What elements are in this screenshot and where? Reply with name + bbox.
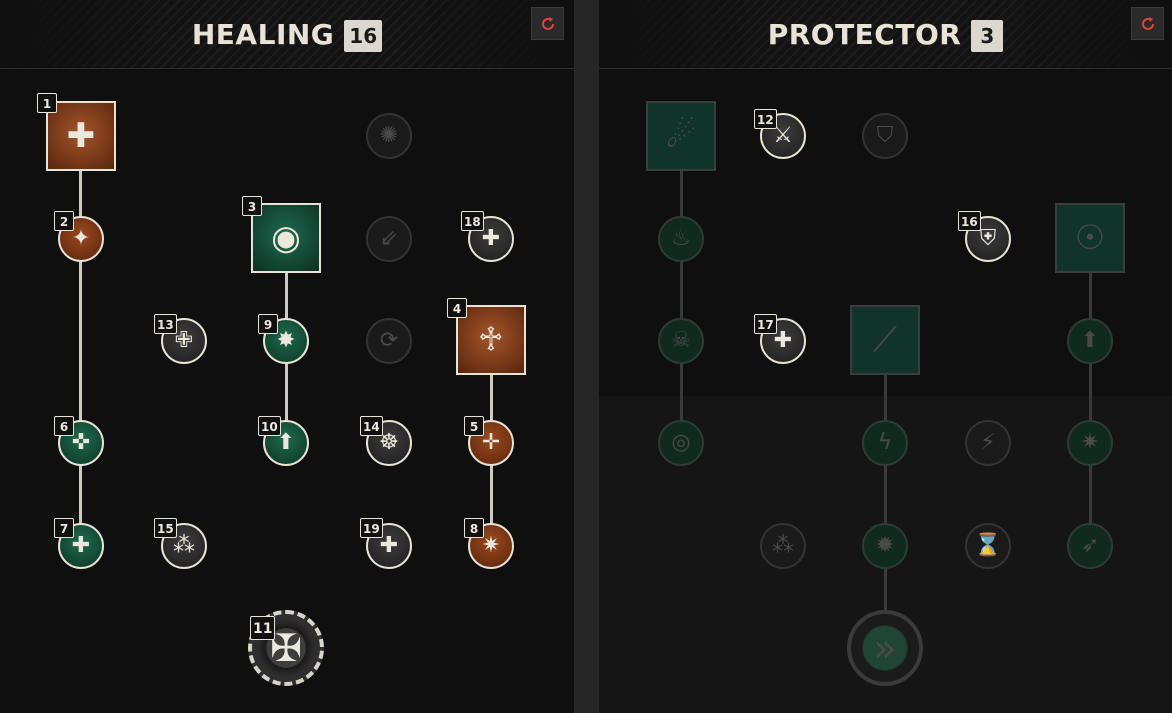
sprint-icon: ⚡ — [980, 430, 996, 455]
skill-badge: 18 — [461, 211, 484, 231]
skill-badge: 12 — [754, 109, 777, 129]
explosion-icon: ✹ — [875, 533, 895, 558]
protector-reset-button[interactable] — [1131, 7, 1164, 40]
panel-divider — [574, 0, 599, 713]
skill-node-locked[interactable]: ♨ — [658, 216, 704, 262]
protector-title-group: PROTECTOR 3 — [599, 16, 1172, 52]
healing-title: HEALING — [191, 17, 335, 51]
skill-node-locked[interactable]: ☄ — [646, 101, 716, 171]
skill-badge: 5 — [464, 416, 484, 436]
slash-icon: ⟋ — [873, 320, 897, 360]
cross-star-icon: ✷ — [481, 533, 501, 558]
skill-badge: 14 — [360, 416, 383, 436]
group-heal-icon: ♱ — [477, 320, 505, 360]
skill-node-locked[interactable]: ⌛ — [965, 523, 1011, 569]
skill-node-locked[interactable]: ⛉ — [862, 113, 908, 159]
skill-badge: 1 — [37, 93, 57, 113]
skill-badge: 2 — [54, 211, 74, 231]
double-arrow-icon: ⇙ — [379, 226, 399, 251]
sparkle-icon: ✦ — [71, 226, 91, 251]
healing-title-group: HEALING 16 — [0, 16, 574, 52]
skill-badge: 15 — [154, 518, 177, 538]
cycle-icon: ⟳ — [379, 328, 399, 353]
cross-icon: ✚ — [379, 533, 399, 558]
arrow-up-icon: ⬆ — [1080, 328, 1100, 353]
skill-badge: 8 — [464, 518, 484, 538]
skill-badge: 13 — [154, 314, 177, 334]
skull-icon: ☠ — [671, 328, 691, 353]
silhouette-icon: ☉ — [1074, 218, 1106, 258]
skill-node-locked[interactable]: ✷ — [1067, 420, 1113, 466]
runner-icon: ➶ — [1080, 533, 1100, 558]
refresh-icon — [1142, 17, 1154, 30]
skill-node-locked[interactable]: ➶ — [1067, 523, 1113, 569]
protector-title: PROTECTOR — [767, 17, 962, 51]
skill-badge: 19 — [360, 518, 383, 538]
skill-node-locked[interactable]: ✺ — [366, 113, 412, 159]
ring-icon: ◎ — [671, 430, 691, 455]
skill-node-locked[interactable]: ϟ — [862, 420, 908, 466]
healing-points-count: 16 — [344, 20, 383, 52]
cross-icon: ✚ — [481, 226, 501, 251]
lightning-icon: ϟ — [877, 430, 893, 455]
cross-burst-icon: ✚ — [66, 116, 96, 156]
skill-node-locked[interactable]: ⚡ — [965, 420, 1011, 466]
skill-badge: 17 — [754, 314, 777, 334]
chevron-shield-icon: » — [873, 626, 897, 670]
skill-node-locked[interactable]: ⁂ — [760, 523, 806, 569]
plus-small-icon: ✙ — [174, 328, 194, 353]
cross-star-icon: ✷ — [1080, 430, 1100, 455]
green-cross-icon: ✚ — [71, 533, 91, 558]
refresh-icon — [542, 17, 554, 30]
skill-node-locked[interactable]: ✹ — [862, 523, 908, 569]
protector-points-count: 3 — [971, 20, 1004, 52]
skill-badge: 10 — [258, 416, 281, 436]
group-heal-icon: ⁂ — [772, 533, 794, 558]
hourglass-icon: ⌛ — [974, 533, 1002, 558]
flame-icon: ♨ — [671, 226, 691, 251]
skill-badge: 7 — [54, 518, 74, 538]
protector-tree-panel: PROTECTOR 3 ☄ ♨ ☠ ◎ ⚔ 12 ✚ 17 ⁂ ⛉ ⟋ ϟ ✹ … — [599, 0, 1172, 713]
skill-node-ultimate-locked[interactable]: » — [847, 610, 923, 686]
connector-line — [680, 170, 683, 442]
skill-badge: 3 — [242, 196, 262, 216]
healing-reset-button[interactable] — [531, 7, 564, 40]
plus-cross-icon: ✚ — [773, 328, 793, 353]
meteor-icon: ☄ — [665, 116, 697, 156]
skill-badge: 9 — [258, 314, 278, 334]
connector-line — [884, 374, 887, 614]
connector-line — [1089, 272, 1092, 546]
shield-icon: ⛉ — [876, 123, 894, 148]
burst-icon: ✸ — [276, 328, 296, 353]
armor-icon: ⛨ — [979, 226, 997, 251]
group-heal-icon: ⁂ — [173, 533, 195, 558]
plus-small-icon: ✛ — [481, 430, 501, 455]
skill-node-locked[interactable]: ⟳ — [366, 318, 412, 364]
skill-node-locked[interactable]: ⟋ — [850, 305, 920, 375]
skill-node-locked[interactable]: ☉ — [1055, 203, 1125, 273]
skill-badge: 11 — [250, 616, 276, 640]
swirl-icon: ✺ — [379, 123, 399, 148]
skill-node-locked[interactable]: ⇙ — [366, 216, 412, 262]
skill-node-locked[interactable]: ☠ — [658, 318, 704, 364]
orb-icon: ◉ — [271, 218, 301, 258]
skill-badge: 6 — [54, 416, 74, 436]
healing-tree-panel: HEALING 16 ✚ 1 ✦ 2 ✜ 6 ✚ 7 ✙ 13 ⁂ 15 ◉ 3… — [0, 0, 574, 713]
skill-node-locked[interactable]: ⬆ — [1067, 318, 1113, 364]
skill-node-locked[interactable]: ◎ — [658, 420, 704, 466]
skill-badge: 16 — [958, 211, 981, 231]
skill-badge: 4 — [447, 298, 467, 318]
medic-cross-icon: ✜ — [71, 430, 91, 455]
